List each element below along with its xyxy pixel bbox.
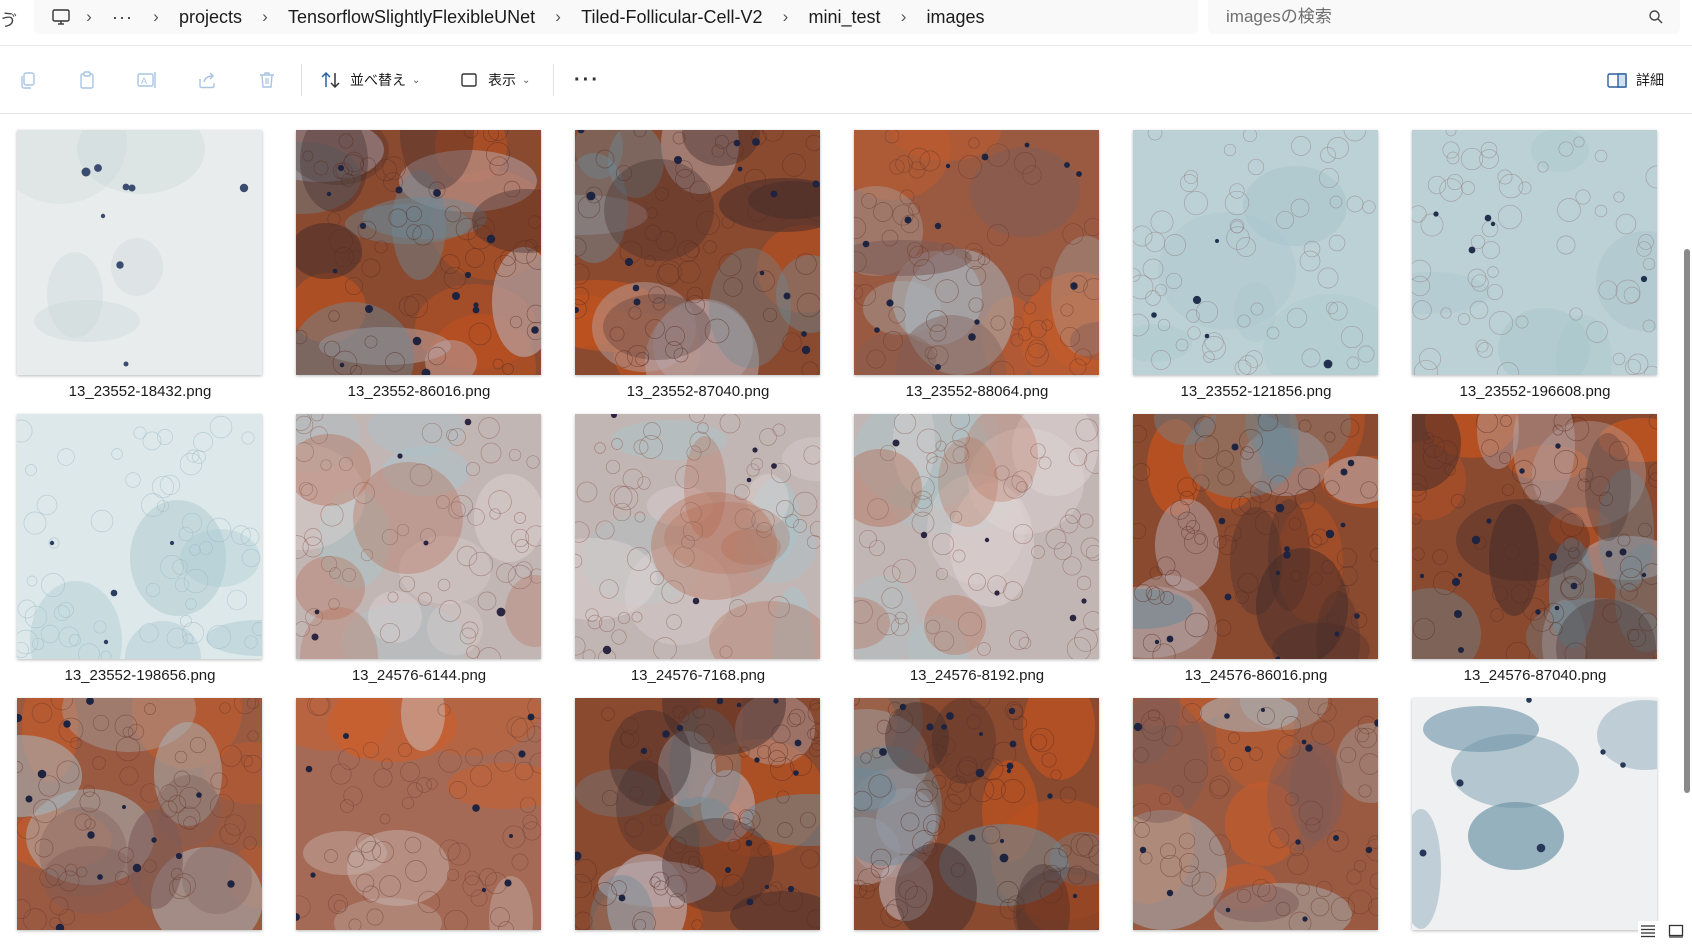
view-toggles [1638, 921, 1686, 941]
file-grid-area: 13_23552-18432.png 13_23552-86016.png 13_2… [0, 115, 1692, 947]
file-name-label: 13_23552-86016.png [347, 383, 491, 400]
search-icon[interactable] [1648, 9, 1664, 25]
details-view-icon[interactable] [1638, 921, 1658, 941]
toolbar-divider [553, 64, 554, 96]
search-input[interactable] [1226, 7, 1626, 27]
file-thumbnail[interactable] [296, 414, 541, 659]
delete-button[interactable] [256, 68, 278, 92]
svg-text:A: A [141, 76, 147, 86]
view-icon [458, 69, 480, 91]
file-thumbnail[interactable] [1133, 414, 1378, 659]
file-name-label: 13_23552-87040.png [626, 383, 770, 400]
chevron-right-icon[interactable]: › [769, 7, 803, 27]
file-name-label: 13_23552-88064.png [905, 383, 1049, 400]
this-pc-icon[interactable] [50, 6, 72, 28]
file-thumbnail[interactable] [1133, 130, 1378, 375]
breadcrumb-item-tiled-follicular-cell-v2[interactable]: Tiled-Follicular-Cell-V2 [575, 7, 768, 28]
file-name-label: 13_24576-7168.png [630, 667, 766, 684]
file-name-label: 13_24576-8192.png [909, 667, 1045, 684]
file-thumbnail[interactable] [17, 130, 262, 375]
breadcrumb-item-tensorflowslightlyflexibleunet[interactable]: TensorflowSlightlyFlexibleUNet [282, 7, 541, 28]
paste-button[interactable] [76, 68, 98, 92]
delete-icon [256, 69, 278, 91]
file-name-label: 13_24576-86016.png [1184, 667, 1328, 684]
sort-button[interactable]: 並べ替え ⌄ [320, 68, 420, 92]
address-bar-row: ゔ › ··· › projects › TensorflowSlightlyF… [0, 0, 1692, 46]
rename-button[interactable]: A [136, 68, 158, 92]
file-thumbnail[interactable] [296, 698, 541, 930]
file-thumbnail[interactable] [296, 130, 541, 375]
file-thumbnail[interactable] [1412, 698, 1657, 930]
copy-icon [17, 69, 39, 91]
view-button[interactable]: 表示 ⌄ [458, 68, 530, 92]
search-box[interactable] [1208, 0, 1680, 34]
file-name-label: 13_24576-6144.png [351, 667, 487, 684]
details-pane-icon [1606, 69, 1628, 91]
file-thumbnail[interactable] [17, 698, 262, 930]
sort-label: 並べ替え [350, 73, 406, 89]
vertical-scrollbar[interactable] [1684, 249, 1690, 793]
file-name-label: 13_23552-18432.png [68, 383, 212, 400]
breadcrumb-item-mini-test[interactable]: mini_test [803, 7, 887, 28]
copy-button[interactable] [17, 68, 39, 92]
details-label: 詳細 [1636, 73, 1664, 89]
large-icons-view-icon[interactable] [1666, 921, 1686, 941]
chevron-right-icon[interactable]: › [72, 7, 106, 27]
rename-icon: A [136, 69, 158, 91]
command-bar: A 並べ替え ⌄ 表示 ⌄ ··· 詳細 [0, 46, 1692, 114]
share-icon [196, 69, 218, 91]
file-thumbnail[interactable] [1412, 130, 1657, 375]
breadcrumb-overflow-button[interactable]: ··· [106, 7, 139, 28]
more-icon: ··· [574, 68, 600, 91]
chevron-down-icon: ⌄ [522, 74, 531, 86]
file-name-label: 13_24576-87040.png [1463, 667, 1607, 684]
view-label: 表示 [488, 73, 516, 89]
chevron-right-icon[interactable]: › [248, 7, 282, 27]
chevron-right-icon[interactable]: › [887, 7, 921, 27]
sort-icon [320, 69, 342, 91]
file-thumbnail[interactable] [17, 414, 262, 659]
breadcrumb-item-images[interactable]: images [921, 7, 991, 28]
breadcrumb-item-projects[interactable]: projects [173, 7, 248, 28]
file-name-label: 13_23552-121856.png [1180, 383, 1332, 400]
file-thumbnail[interactable] [854, 130, 1099, 375]
details-pane-button[interactable]: 詳細 [1606, 68, 1664, 92]
file-name-label: 13_23552-198656.png [64, 667, 216, 684]
file-thumbnail[interactable] [575, 698, 820, 930]
file-thumbnail[interactable] [1133, 698, 1378, 930]
breadcrumb[interactable]: › ··· › projects › TensorflowSlightlyFle… [34, 0, 1198, 34]
file-thumbnail[interactable] [1412, 414, 1657, 659]
share-button[interactable] [196, 68, 218, 92]
chevron-down-icon: ⌄ [412, 74, 421, 86]
more-options-button[interactable]: ··· [574, 68, 600, 92]
chevron-right-icon[interactable]: › [139, 7, 173, 27]
toolbar-divider [301, 64, 302, 96]
window-edge-glyph: ゔ [0, 11, 17, 30]
file-thumbnail[interactable] [575, 130, 820, 375]
file-thumbnail[interactable] [854, 414, 1099, 659]
file-thumbnail[interactable] [854, 698, 1099, 930]
file-thumbnail[interactable] [575, 414, 820, 659]
file-name-label: 13_23552-196608.png [1459, 383, 1611, 400]
paste-icon [76, 69, 98, 91]
chevron-right-icon[interactable]: › [541, 7, 575, 27]
